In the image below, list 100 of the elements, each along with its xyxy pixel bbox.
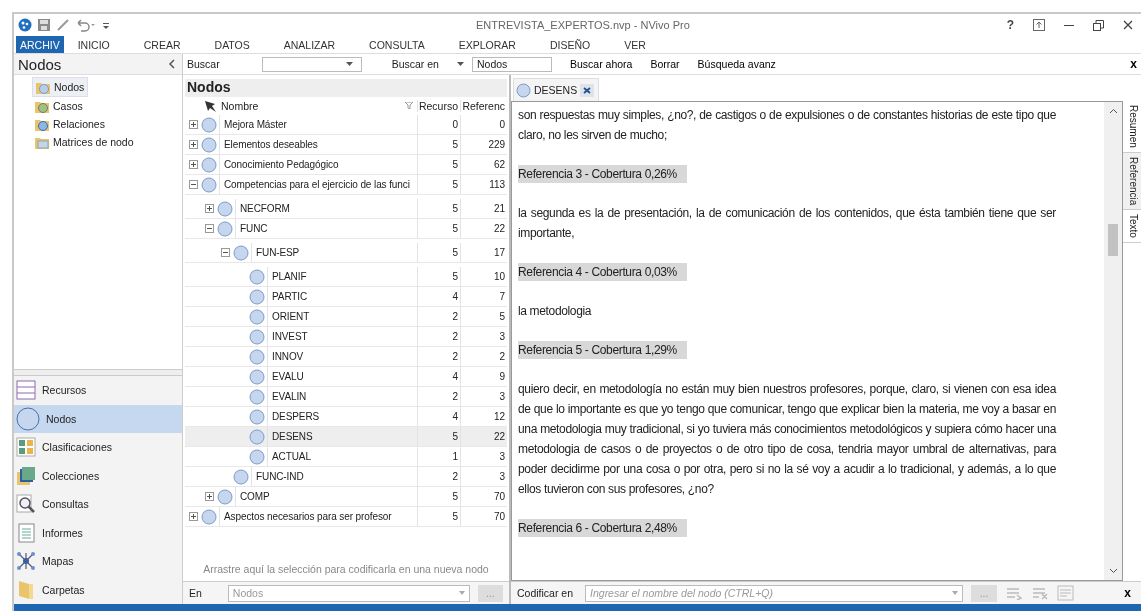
toolbar-button[interactable]: Búsqueda avanz [695,58,778,70]
table-cell: 4 [417,367,460,386]
folder-item[interactable]: Casos [32,97,86,115]
undo-icon[interactable] [75,18,97,32]
menu-tab[interactable]: EXPLORAR [454,36,520,53]
node-icon [217,488,233,505]
node-name[interactable]: PLANIF [267,267,417,286]
node-name[interactable]: INNOV [267,347,417,366]
table-cell: 5 [417,243,460,262]
scroll-thumb[interactable] [1108,224,1118,256]
table-cell: 5 [417,199,460,218]
app-logo-icon [18,18,32,32]
expander-icon[interactable] [221,248,230,257]
node-icon [249,388,265,405]
expander-icon[interactable] [189,120,198,129]
node-name[interactable]: FUNC [235,219,417,238]
side-tab[interactable]: Texto [1123,210,1141,244]
node-name[interactable]: Mejora Máster [219,115,417,134]
folder-item[interactable]: Nodos [32,77,89,97]
collapse-icon[interactable] [168,59,176,69]
folder-item[interactable]: Relaciones [32,115,108,133]
node-name[interactable]: COMP [235,487,417,506]
close-icon[interactable] [1123,20,1133,30]
expander-icon[interactable] [189,512,198,521]
node-name[interactable]: Aspectos necesarios para ser profesor [219,507,417,526]
filter-icon[interactable] [405,102,413,109]
node-name[interactable]: DESENS [267,427,417,446]
navigation-item[interactable]: Colecciones [14,461,182,490]
expander-icon[interactable] [205,492,214,501]
table-cell: 5 [417,135,460,154]
close-icon[interactable] [580,83,595,97]
column-header[interactable]: Recurso [417,100,460,112]
expander-icon[interactable] [205,224,214,233]
document-tab[interactable]: DESENS [513,78,600,101]
navigation-item[interactable]: Recursos [14,376,182,405]
menu-tab[interactable]: VER [620,36,650,53]
expander-icon[interactable] [189,160,198,169]
menu-tab[interactable]: DATOS [210,36,254,53]
search-in-field[interactable]: Nodos [471,56,552,72]
navigation-item[interactable]: Mapas [14,547,182,576]
toolbar-button[interactable]: Buscar ahora [567,58,635,70]
expander-icon[interactable] [189,140,198,149]
node-icon [249,428,265,445]
expander-icon[interactable] [189,180,198,189]
table-cell: 3 [460,327,507,346]
toolbar-button[interactable]: Borrar [648,58,682,70]
expander-icon[interactable] [205,204,214,213]
scrollbar[interactable] [1104,102,1122,580]
table-cell: 21 [460,199,507,218]
node-name[interactable]: FUNC-IND [251,467,417,486]
window-title: ENTREVISTA_EXPERTOS.nvp - NVivo Pro [476,19,690,31]
pencil-icon[interactable] [56,18,70,32]
column-header[interactable]: Nombre [217,100,417,112]
node-name[interactable]: Elementos deseables [219,135,417,154]
node-name[interactable]: DESPERS [267,407,417,426]
help-button[interactable]: ? [1006,18,1014,32]
table-cell: 9 [460,367,507,386]
save-icon[interactable] [37,18,51,32]
search-field[interactable] [261,56,362,72]
node-name[interactable]: ORIENT [267,307,417,326]
navigation-item[interactable]: Consultas [14,490,182,519]
code-label: Codificar en [517,587,574,599]
table-cell: 22 [460,427,507,446]
restore-icon[interactable] [1093,19,1104,31]
dropdown-icon[interactable] [345,62,353,66]
node-name[interactable]: Competencias para el ejercicio de las funci [219,175,417,194]
folder-item[interactable]: Matrices de nodo [32,133,137,151]
navigation-item[interactable]: Carpetas [14,575,182,604]
search-in-label: Buscar en [391,58,439,70]
node-name[interactable]: NECFORM [235,199,417,218]
node-name[interactable]: FUN-ESP [251,243,417,262]
menu-tab[interactable]: ARCHIV [16,36,64,53]
node-icon [249,348,265,365]
node-name[interactable]: INVEST [267,327,417,346]
table-cell: 5 [417,219,460,238]
side-tab[interactable]: Referencia [1123,152,1141,211]
node-name[interactable]: Conocimiento Pedagógico [219,155,417,174]
table-cell: 5 [417,267,460,286]
menu-tab[interactable]: CONSULTA [365,36,429,53]
node-name[interactable]: EVALIN [267,387,417,406]
menu-tab[interactable]: INICIO [73,36,114,53]
ribbon-toggle-icon[interactable] [1033,19,1045,31]
dropdown-icon[interactable] [456,62,464,66]
menu-tab[interactable]: CREAR [139,36,185,53]
column-header[interactable]: Referenc [460,100,507,112]
menu-tab[interactable]: DISEÑO [545,36,595,53]
node-name[interactable]: ACTUAL [267,447,417,466]
scroll-down-icon[interactable] [1108,568,1118,574]
navigation-item[interactable]: Clasificaciones [14,433,182,462]
navigation-item[interactable]: Nodos [14,404,182,433]
side-tab[interactable]: Resumen [1123,101,1141,153]
node-name[interactable]: PARTIC [267,287,417,306]
node-icon [249,328,265,345]
close-button[interactable]: x [1126,57,1141,71]
close-button[interactable]: x [1120,586,1135,600]
node-icon [249,408,265,425]
scroll-up-icon[interactable] [1108,108,1118,114]
node-name[interactable]: EVALU [267,367,417,386]
menu-tab[interactable]: ANALIZAR [279,36,340,53]
navigation-item[interactable]: Informes [14,518,182,547]
